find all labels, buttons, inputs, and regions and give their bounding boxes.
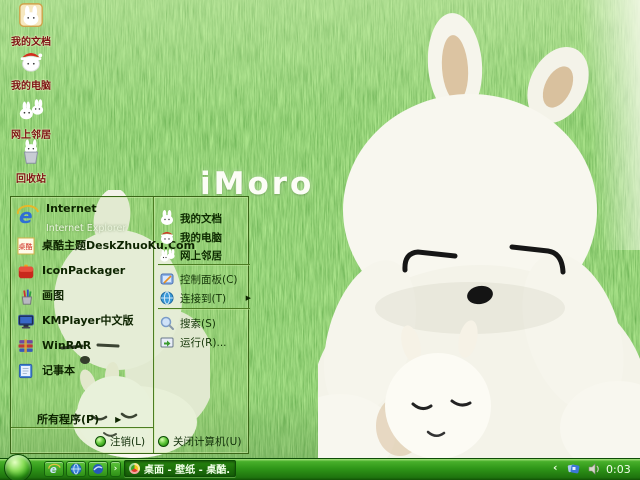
paint-icon (21, 289, 32, 305)
rabbit-documents-icon (19, 3, 43, 27)
notepad-icon (18, 363, 33, 379)
start-menu-item-label: 我的电脑 (180, 231, 222, 244)
start-menu-footer: 注销(L) 关闭计算机(U) (95, 430, 241, 452)
kmplayer-icon (18, 314, 34, 329)
start-menu-item-label: 搜索(S) (180, 317, 216, 330)
start-menu-item-control-panel[interactable]: 控制面板(C) (159, 270, 253, 288)
start-menu-item-label: 运行(R)... (180, 336, 227, 349)
start-menu-item-winrar[interactable]: WinRAR (16, 334, 151, 358)
taskbar-task-button[interactable]: 桌面 - 壁纸 - 桌酷... (124, 460, 236, 477)
menu-separator (158, 264, 250, 265)
start-menu-item-notepad[interactable]: 记事本 (16, 359, 151, 383)
start-menu-item-kmplayer[interactable]: KMPlayer中文版 (16, 309, 151, 333)
network-places-icon (160, 249, 175, 262)
control-panel-icon (160, 273, 174, 285)
log-off-label: 注销(L) (110, 435, 146, 448)
quick-launch-globe[interactable] (66, 461, 86, 477)
connect-to-icon (160, 291, 174, 305)
log-off-button[interactable]: 注销(L) (95, 434, 145, 449)
menu-separator (158, 308, 250, 309)
desktop-icon-label: 回收站 (16, 174, 46, 185)
all-programs-button[interactable]: 所有程序(P) (37, 411, 121, 427)
start-menu-item-iconpackager[interactable]: IconPackager (16, 259, 151, 283)
zhuoku-site-icon: 桌酷 (17, 237, 35, 255)
log-off-icon (95, 435, 106, 447)
windows-update-icon[interactable] (567, 462, 580, 475)
my-computer-icon (161, 232, 173, 244)
desktop-icon-my-computer[interactable]: 我的电脑 (2, 46, 60, 93)
shut-down-label: 关闭计算机(U) (173, 435, 242, 448)
rabbit-network-icon (19, 99, 44, 120)
iconpackager-icon (18, 264, 34, 279)
shut-down-icon (158, 435, 170, 447)
internet-explorer-icon: e (47, 463, 61, 476)
start-menu-item-internet[interactable]: e Internet Internet Explorer (16, 201, 151, 234)
quick-launch-browser[interactable] (88, 461, 108, 477)
quick-launch-internet-explorer[interactable]: e (44, 461, 64, 477)
start-menu-item-paint[interactable]: 画图 (16, 284, 151, 308)
start-menu-item-label: 我的文档 (180, 212, 222, 225)
start-menu-item-connect-to[interactable]: 连接到(T) (159, 289, 253, 307)
start-menu-item-sublabel: Internet Explorer (46, 223, 127, 234)
start-button[interactable] (4, 454, 32, 480)
run-icon (160, 337, 174, 348)
zhuoku-theme-icon (129, 463, 140, 474)
all-programs-label: 所有程序(P) (37, 413, 100, 426)
svg-text:桌酷: 桌酷 (19, 242, 33, 251)
start-menu-item-label: KMPlayer中文版 (42, 314, 134, 327)
desktop-icon-network-places[interactable]: 网上邻居 (2, 95, 60, 142)
winrar-icon (18, 339, 33, 353)
start-menu-item-zhuoku[interactable]: 桌酷 桌酷主题DeskZhuoKu.Com (16, 234, 195, 258)
my-documents-icon (161, 210, 173, 225)
desktop-icon-my-documents[interactable]: 我的文档 (2, 2, 60, 49)
start-menu-item-label: Internet (46, 202, 97, 215)
desktop-icon-label: 我的电脑 (11, 81, 51, 92)
search-icon (160, 316, 174, 330)
start-menu-item-label: 控制面板(C) (180, 273, 238, 286)
start-menu-item-label: 记事本 (42, 364, 75, 377)
volume-icon[interactable] (588, 463, 601, 475)
rabbit-recycle-icon (23, 139, 39, 164)
desktop-icon-recycle-bin[interactable]: 回收站 (2, 139, 60, 186)
tray-collapse-chevron[interactable] (553, 461, 558, 475)
globe-icon (70, 463, 82, 475)
plush-rabbit-big-illustration (318, 13, 640, 460)
shut-down-button[interactable]: 关闭计算机(U) (158, 434, 241, 449)
browser-icon (93, 464, 103, 474)
task-button-label: 桌面 - 壁纸 - 桌酷... (144, 465, 231, 476)
start-menu-item-search[interactable]: 搜索(S) (159, 314, 253, 332)
start-menu-item-label: 连接到(T) (180, 292, 227, 305)
rabbit-computer-icon (20, 53, 43, 72)
svg-text:e: e (49, 465, 56, 476)
start-menu-item-my-computer[interactable]: 我的电脑 (159, 228, 253, 246)
quick-launch-overflow-chevron[interactable] (110, 461, 121, 477)
start-menu-item-network-places[interactable]: 网上邻居 (159, 246, 253, 264)
start-menu-item-label: WinRAR (42, 339, 92, 352)
menu-separator (11, 427, 153, 428)
start-menu-item-label: 网上邻居 (180, 249, 222, 262)
desktop: iMoro 我的文档 我的电脑 网上邻居 回收站 e Internet Inte… (0, 0, 640, 480)
start-menu-item-label: 画图 (42, 289, 64, 302)
start-menu-item-my-documents[interactable]: 我的文档 (159, 209, 253, 227)
start-menu-item-label: IconPackager (42, 264, 126, 277)
start-menu-divider (153, 197, 154, 453)
start-menu-item-run[interactable]: 运行(R)... (159, 333, 253, 351)
taskbar-clock: 0:03 (606, 463, 631, 476)
internet-explorer-icon: e (16, 204, 39, 228)
start-menu: e Internet Internet Explorer 桌酷 桌酷主题Desk… (10, 196, 250, 454)
